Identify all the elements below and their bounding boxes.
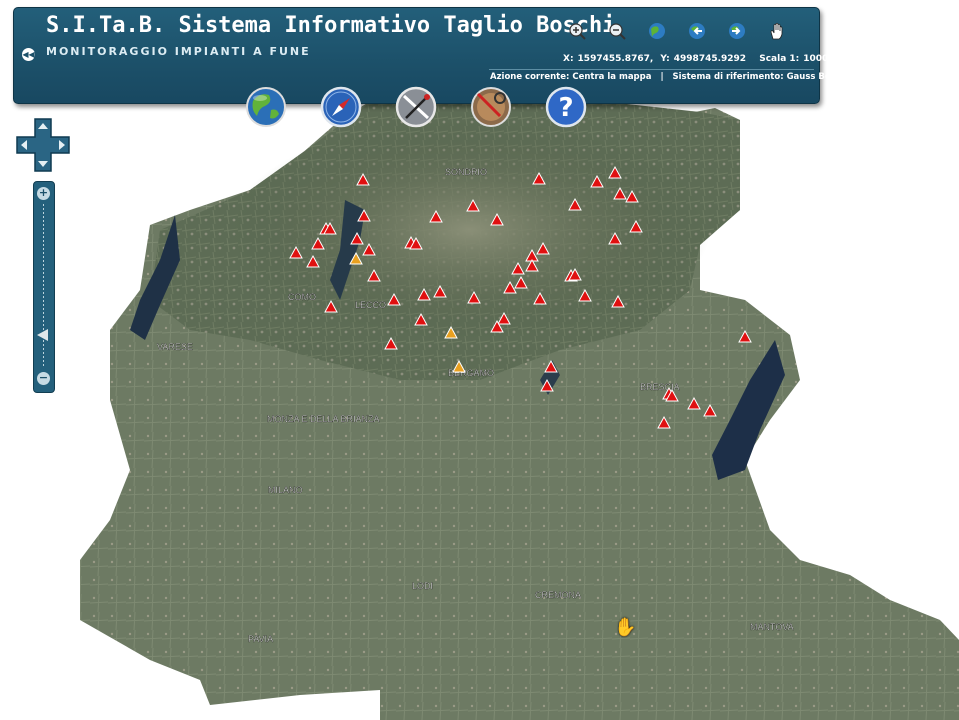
divider xyxy=(489,69,814,70)
zoom-track[interactable] xyxy=(43,204,44,366)
zoom-out-icon[interactable] xyxy=(597,18,637,44)
help-icon[interactable]: ? xyxy=(545,86,587,128)
zoom-out-button[interactable]: − xyxy=(37,372,50,385)
compass-icon[interactable] xyxy=(320,86,362,128)
pan-hand-icon[interactable] xyxy=(757,18,797,44)
zoom-in-button[interactable]: + xyxy=(37,187,50,200)
city-label-lecco: LECCO xyxy=(355,300,386,310)
city-label-pavia: PAVIA xyxy=(248,634,273,644)
full-extent-icon[interactable] xyxy=(637,18,677,44)
svg-text:?: ? xyxy=(558,93,573,123)
zoom-in-icon[interactable] xyxy=(557,18,597,44)
next-extent-icon[interactable] xyxy=(717,18,757,44)
status-bar: Azione corrente: Centra la mappa | Siste… xyxy=(490,72,849,82)
app-title: S.I.Ta.B. Sistema Informativo Taglio Bos… xyxy=(46,13,616,38)
globe-icon[interactable] xyxy=(245,86,287,128)
pan-control[interactable] xyxy=(15,117,71,173)
hand-cursor-icon: ✋ xyxy=(614,617,637,638)
city-label-sondrio: SONDRIO xyxy=(445,167,487,177)
city-label-monza: MONZA E DELLA BRIANZA xyxy=(267,414,380,424)
measure-icon[interactable] xyxy=(395,86,437,128)
collapse-panel-icon[interactable]: ◀◀ xyxy=(22,48,35,61)
city-label-varese: VARESE xyxy=(157,342,193,352)
map-tools xyxy=(557,18,797,44)
city-label-cremona: CREMONA xyxy=(535,590,581,600)
previous-extent-icon[interactable] xyxy=(677,18,717,44)
coordinates-readout: X: 1597455.8767, Y: 4998745.9292 Scala 1: 1… xyxy=(563,54,848,64)
identify-icon[interactable] xyxy=(470,86,512,128)
city-label-como: COMO xyxy=(288,292,316,302)
city-label-lodi: LODI xyxy=(412,581,433,591)
city-label-milano: MILANO xyxy=(268,485,303,495)
city-label-mantova: MANTOVA xyxy=(750,622,794,632)
city-label-brescia: BRESCIA xyxy=(640,382,680,392)
zoom-slider[interactable]: + − xyxy=(33,181,55,393)
app-subtitle: MONITORAGGIO IMPIANTI A FUNE xyxy=(46,45,311,58)
zoom-thumb[interactable] xyxy=(37,328,48,341)
